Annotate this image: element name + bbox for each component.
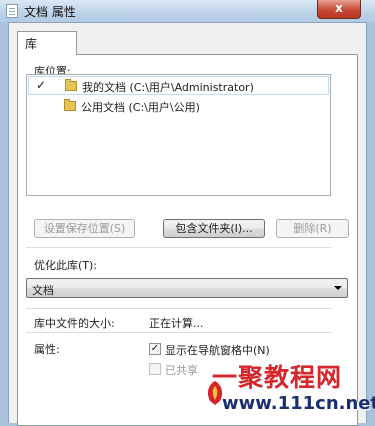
watermark-text: 一聚教程网 [212, 363, 343, 392]
optimize-label: 优化此库(T): [34, 259, 98, 272]
divider [26, 332, 331, 333]
include-folder-button[interactable]: 包含文件夹(I)... [163, 219, 265, 238]
shared-checkbox[interactable] [149, 363, 161, 375]
divider [26, 247, 331, 248]
list-item-label: 我的文档 (C:\用户\Administrator) [82, 81, 254, 94]
document-icon [6, 4, 18, 18]
library-locations-list[interactable]: ✓ 我的文档 (C:\用户\Administrator) 公用文档 (C:\用户… [26, 74, 331, 196]
chevron-down-icon [334, 286, 342, 290]
list-item[interactable]: ✓ 我的文档 (C:\用户\Administrator) [28, 76, 329, 95]
folder-icon [65, 79, 77, 91]
show-in-nav-checkbox[interactable]: ✓ [149, 343, 161, 355]
set-save-location-button[interactable]: 设置保存位置(S) [34, 219, 135, 238]
optimize-dropdown[interactable]: 文档 [26, 278, 348, 298]
library-size-label: 库中文件的大小: [34, 317, 115, 330]
folder-icon [64, 99, 76, 111]
watermark-url: www.111cn.net [222, 393, 375, 414]
attributes-label: 属性: [34, 343, 60, 356]
optimize-selected-value: 文档 [32, 284, 54, 297]
list-item[interactable]: 公用文档 (C:\用户\公用) [28, 97, 329, 116]
tab-library[interactable]: 库 [17, 31, 77, 55]
window-title: 文档 属性 [24, 5, 76, 19]
list-item-label: 公用文档 (C:\用户\公用) [81, 101, 200, 114]
check-icon: ✓ [36, 78, 47, 92]
remove-button[interactable]: 删除(R) [276, 219, 349, 238]
show-in-nav-label: 显示在导航窗格中(N) [165, 344, 270, 357]
shared-label: 已共享 [165, 364, 198, 377]
divider [26, 308, 331, 309]
close-button[interactable]: x [317, 0, 361, 19]
library-size-value: 正在计算... [149, 317, 204, 330]
title-bar: 文档 属性 x [0, 0, 375, 22]
